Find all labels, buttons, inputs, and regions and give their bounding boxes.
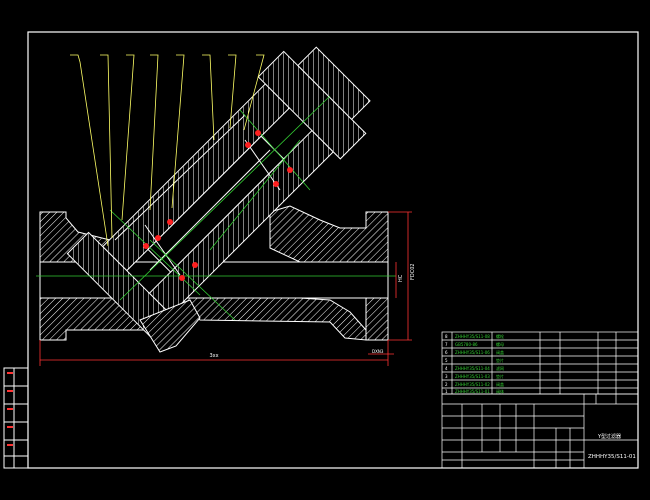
part-code-1: ZHHHY35/S11-01 bbox=[455, 389, 490, 394]
part-no-7: 7 bbox=[445, 342, 448, 347]
part-code-4: ZHHHY35/S11-04 bbox=[455, 366, 490, 371]
part-name-7: 螺母 bbox=[496, 341, 504, 347]
part-no-3: 3 bbox=[445, 374, 448, 379]
valve-body-section bbox=[39, 46, 389, 353]
bore-height-dim: HC bbox=[398, 274, 404, 282]
part-no-4: 4 bbox=[445, 366, 448, 371]
left-side-strip bbox=[3, 367, 29, 469]
part-name-5: 垫片 bbox=[496, 357, 504, 363]
part-name-6: 阀盖 bbox=[496, 349, 504, 355]
part-code-7: GB5780-86 bbox=[455, 342, 478, 347]
part-code-8: ZHHHY35/S11-08 bbox=[455, 334, 490, 339]
flange-label: DXN3 bbox=[372, 349, 384, 354]
part-name-2: 阀盖 bbox=[496, 381, 504, 387]
part-name-3: 垫片 bbox=[496, 373, 504, 379]
part-no-8: 8 bbox=[445, 334, 448, 339]
part-no-1: 1 bbox=[445, 389, 448, 394]
parts-rows: ZHHHY35/S11-08 GB5780-86 ZHHHY35/S11-06 … bbox=[445, 333, 504, 394]
part-name-1: 阀体 bbox=[496, 388, 504, 394]
part-code-2: ZHHHY35/S11-02 bbox=[455, 382, 490, 387]
part-name-8: 螺栓 bbox=[496, 333, 504, 339]
part-code-6: ZHHHY35/S11-06 bbox=[455, 350, 490, 355]
flange-height-dim: FDC02 bbox=[410, 263, 416, 280]
part-no-6: 6 bbox=[445, 350, 448, 355]
overall-length-dim: 3xx bbox=[209, 353, 218, 359]
part-no-5: 5 bbox=[445, 358, 448, 363]
part-code-3: ZHHHY35/S11-03 bbox=[455, 374, 490, 379]
drawing-number: ZHHHY35/S11-01 bbox=[588, 454, 636, 460]
drawing-name: Y型过滤器 bbox=[597, 433, 621, 440]
part-name-4: 滤网 bbox=[496, 365, 504, 371]
part-no-2: 2 bbox=[445, 382, 448, 387]
cad-drawing: 3xx HC FDC02 DXN3 ZHHHY35/S11-08 GB5780-… bbox=[3, 31, 639, 469]
